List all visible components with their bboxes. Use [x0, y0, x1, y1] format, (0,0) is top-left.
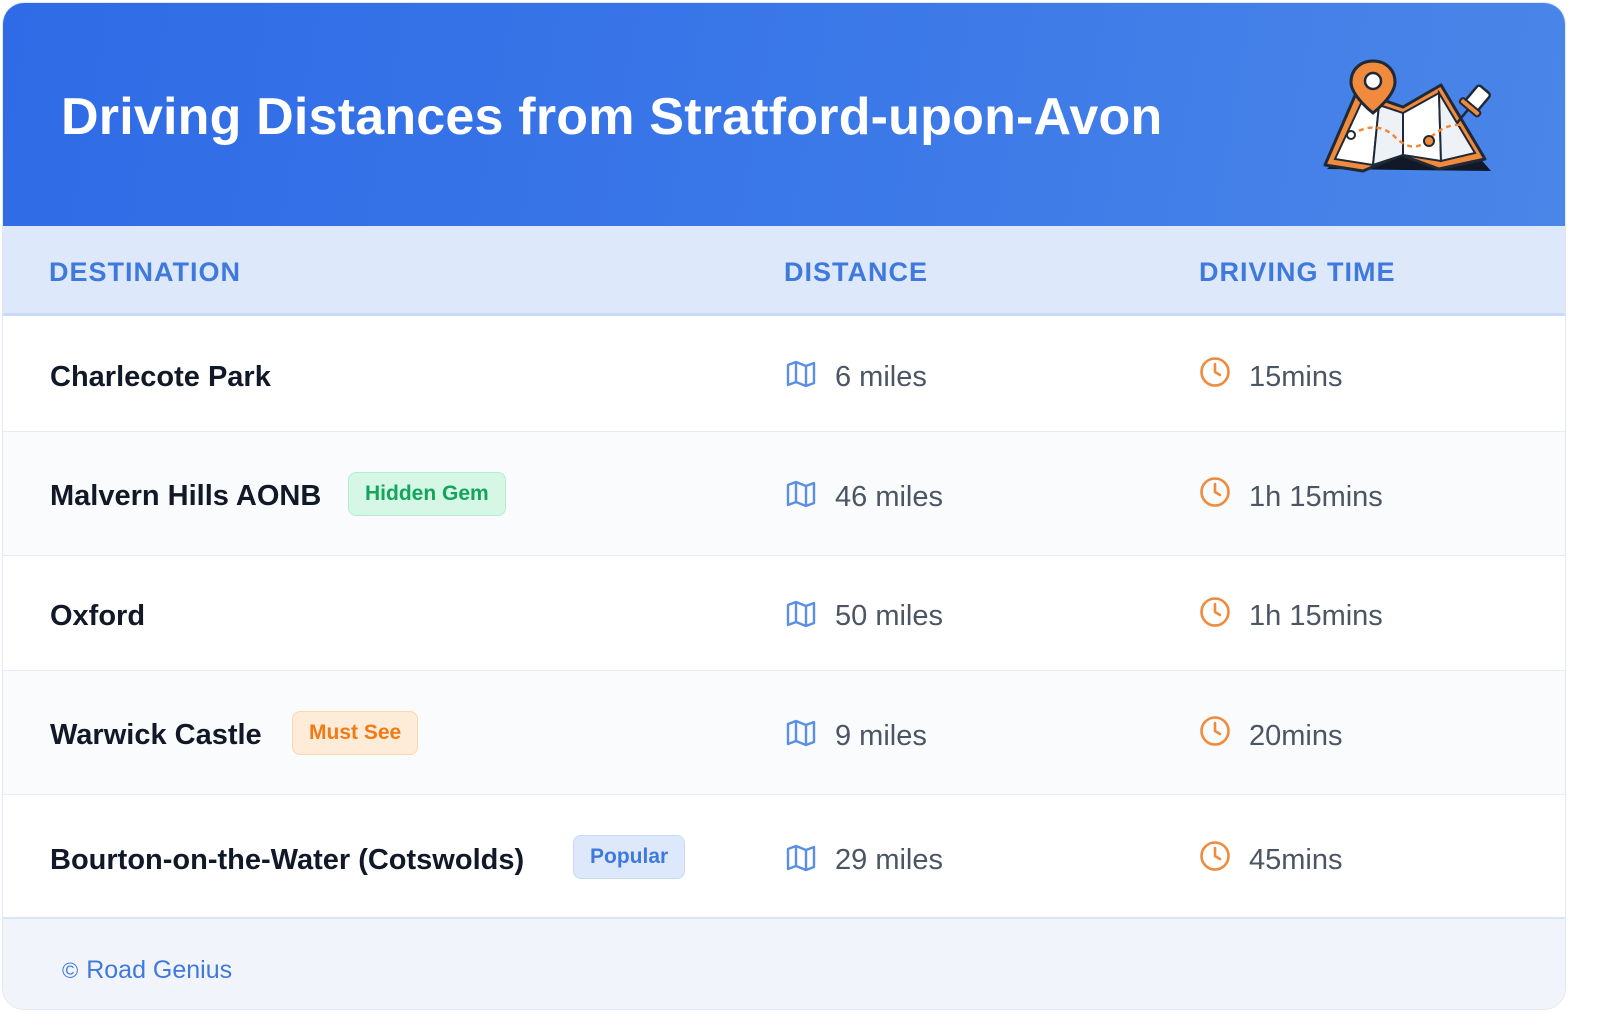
destination-name: Warwick Castle	[50, 719, 262, 751]
destination-name: Malvern Hills AONB	[50, 480, 322, 512]
distance-value: 6 miles	[835, 361, 927, 393]
distance-card: Driving Distances from Stratford-upon-Av…	[2, 2, 1566, 1010]
map-with-pins-icon	[1323, 59, 1492, 173]
clock-icon	[1200, 841, 1230, 871]
driving-time-value: 20mins	[1249, 720, 1343, 752]
hidden-gem-badge: Hidden Gem	[348, 472, 506, 516]
footer-credit: © Road Genius	[62, 955, 232, 986]
distance-value: 9 miles	[835, 720, 927, 752]
driving-time-value: 1h 15mins	[1249, 481, 1383, 513]
driving-time-value: 1h 15mins	[1249, 600, 1383, 632]
page-title: Driving Distances from Stratford-upon-Av…	[61, 88, 1163, 146]
popular-badge: Popular	[573, 835, 686, 879]
driving-time-value: 45mins	[1249, 844, 1343, 876]
destination-name: Bourton-on-the-Water (Cotswolds)	[50, 844, 525, 876]
table-row: Charlecote Park 6 miles 15mins	[3, 316, 1565, 432]
column-header-destination: DESTINATION	[49, 257, 241, 287]
clock-icon	[1200, 597, 1230, 627]
footer-brand-text: Road Genius	[86, 956, 233, 984]
column-header-driving-time: DRIVING TIME	[1199, 257, 1396, 287]
clock-icon	[1200, 716, 1230, 746]
table-row: Malvern Hills AONB Hidden Gem 46 miles 1…	[3, 432, 1565, 556]
table-header: DESTINATION DISTANCE DRIVING TIME	[3, 226, 1565, 316]
copyright-symbol: ©	[62, 958, 79, 983]
table-row: Bourton-on-the-Water (Cotswolds) Popular…	[3, 795, 1565, 917]
destination-name: Charlecote Park	[50, 361, 271, 393]
column-header-distance: DISTANCE	[784, 257, 929, 287]
distance-value: 29 miles	[835, 844, 943, 876]
table-row: Oxford 50 miles 1h 15mins	[3, 556, 1565, 671]
table-row: Warwick Castle Must See 9 miles 20mins	[3, 671, 1565, 795]
distance-value: 50 miles	[835, 600, 943, 632]
must-see-badge: Must See	[292, 711, 419, 755]
map-icon	[786, 360, 816, 388]
map-icon	[786, 600, 816, 628]
clock-icon	[1200, 357, 1230, 387]
clock-icon	[1200, 477, 1230, 507]
card-footer: © Road Genius	[3, 917, 1565, 1009]
destination-name: Oxford	[50, 600, 146, 632]
driving-time-value: 15mins	[1249, 361, 1343, 393]
map-icon	[786, 844, 816, 872]
card-header: Driving Distances from Stratford-upon-Av…	[3, 3, 1565, 226]
map-icon	[786, 480, 816, 508]
map-icon	[786, 719, 816, 747]
distance-value: 46 miles	[835, 481, 943, 513]
